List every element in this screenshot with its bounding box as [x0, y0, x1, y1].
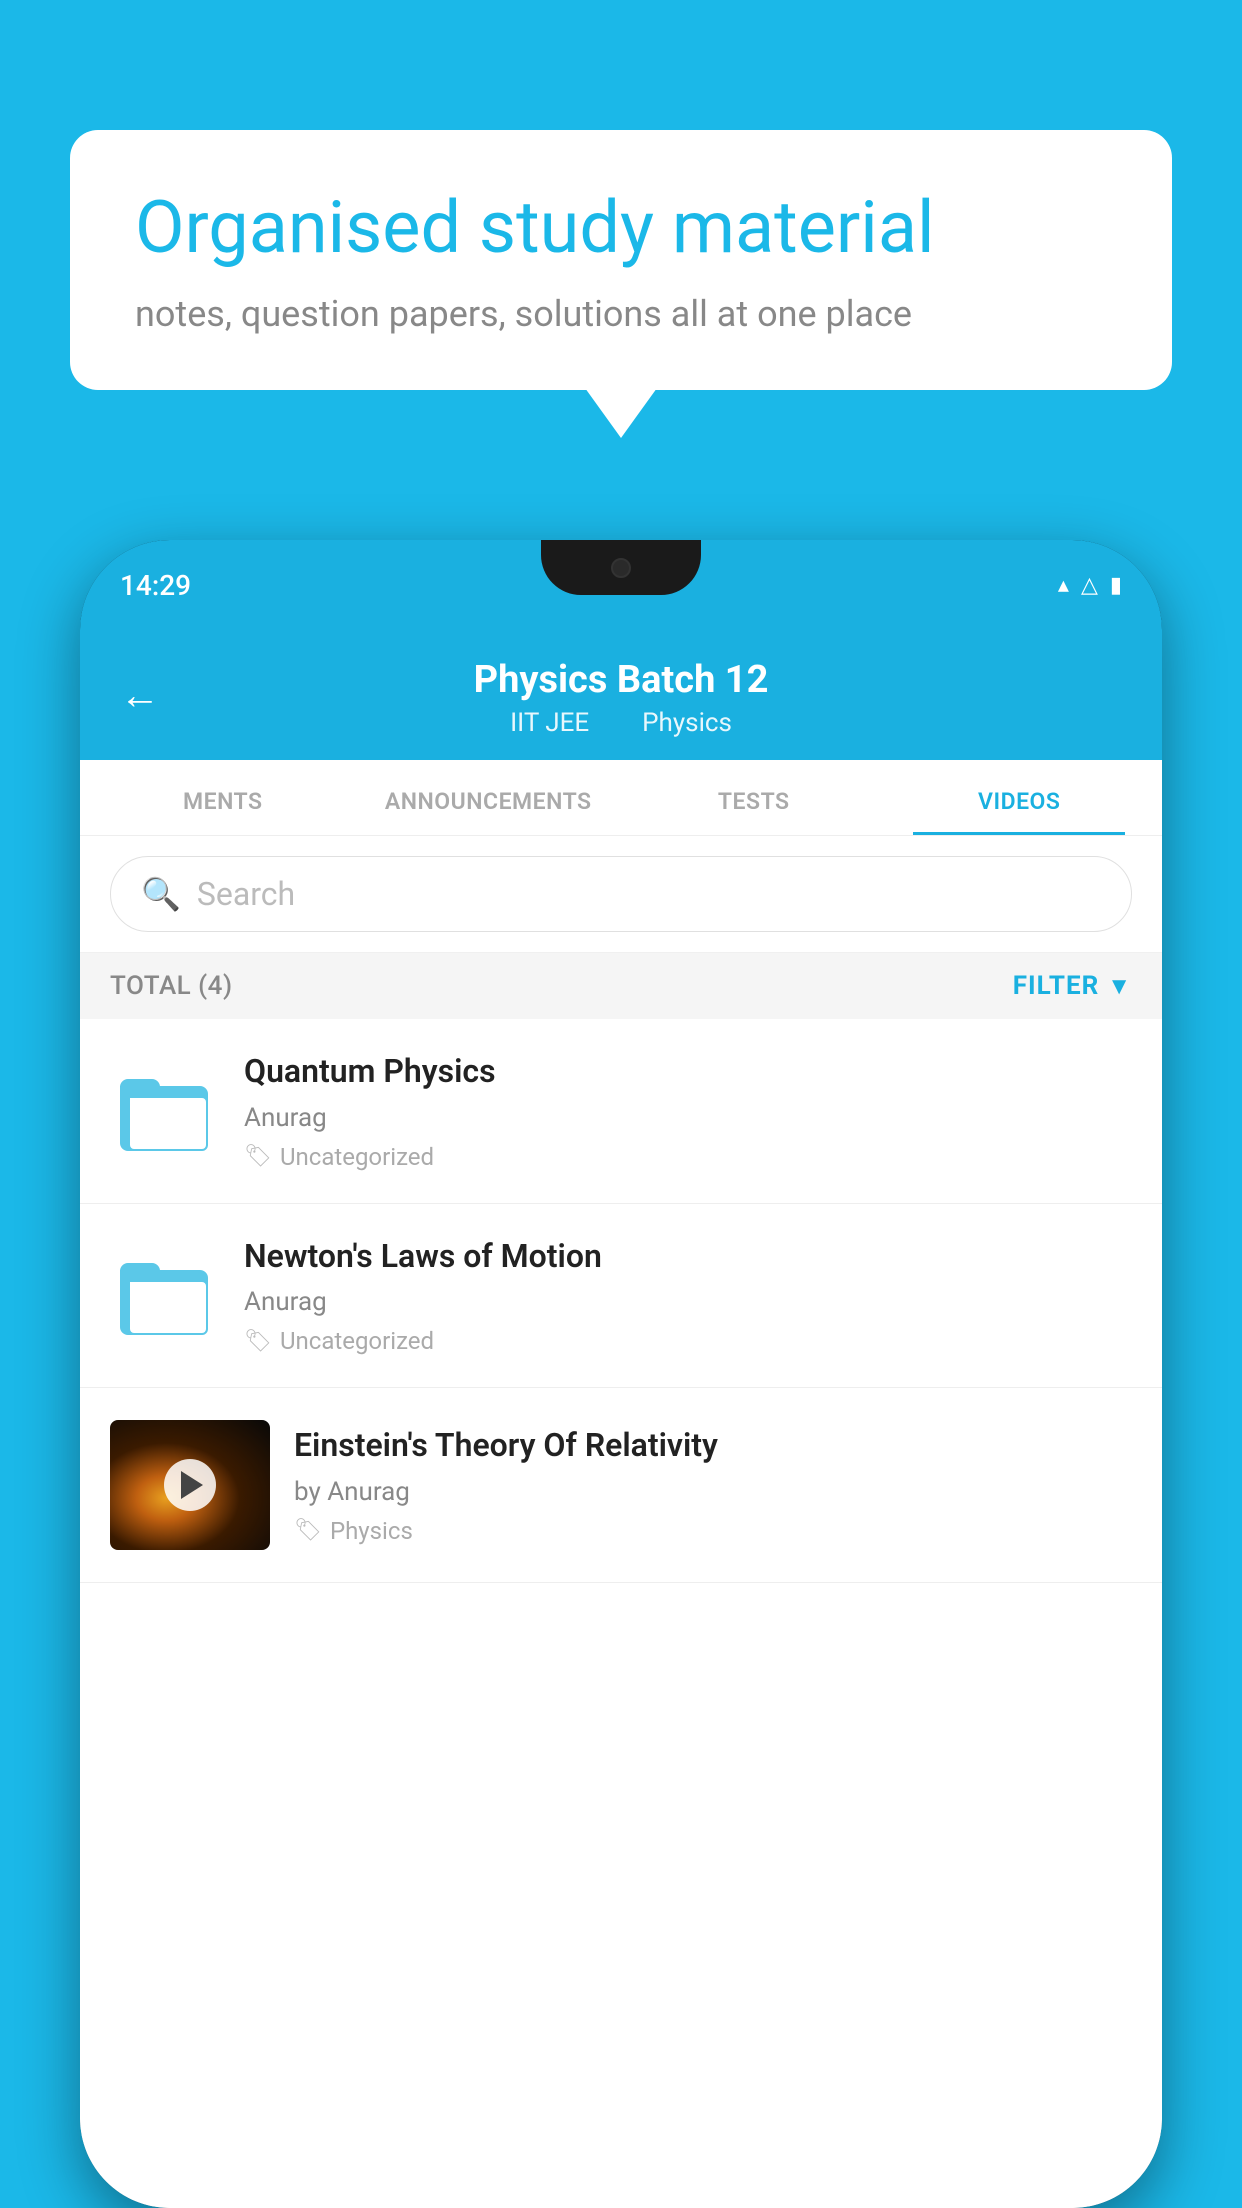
tab-announcements[interactable]: ANNOUNCEMENTS: [356, 760, 622, 835]
search-container: 🔍 Search: [80, 836, 1162, 953]
tab-ments[interactable]: MENTS: [90, 760, 356, 835]
phone-notch: [541, 540, 701, 595]
app-header: ← Physics Batch 12 IIT JEE Physics: [80, 630, 1162, 760]
status-icons: ▴ △ ▮: [1058, 573, 1122, 598]
tag-separator: [609, 708, 622, 738]
back-button[interactable]: ←: [120, 672, 160, 719]
video-info: Einstein's Theory Of Relativity by Anura…: [294, 1425, 1132, 1545]
folder-icon-wrapper: [110, 1056, 220, 1166]
tag-icon: 🏷: [244, 1329, 272, 1354]
bubble-title: Organised study material: [135, 185, 1107, 271]
tag-icon: 🏷: [294, 1518, 322, 1543]
speech-bubble-container: Organised study material notes, question…: [70, 130, 1172, 390]
list-item[interactable]: Einstein's Theory Of Relativity by Anura…: [80, 1388, 1162, 1583]
filter-label: FILTER: [1013, 971, 1099, 1001]
app-screen: ← Physics Batch 12 IIT JEE Physics MENTS…: [80, 630, 1162, 2208]
status-bar: 14:29 ▴ △ ▮: [80, 540, 1162, 630]
play-triangle-icon: [181, 1471, 203, 1499]
status-time: 14:29: [120, 569, 191, 602]
video-author: Anurag: [244, 1103, 1132, 1133]
tab-tests[interactable]: TESTS: [621, 760, 887, 835]
tag-icon: 🏷: [244, 1144, 272, 1169]
tag-label: Uncategorized: [280, 1327, 434, 1355]
video-list: Quantum Physics Anurag 🏷 Uncategorized: [80, 1019, 1162, 2208]
video-title: Einstein's Theory Of Relativity: [294, 1425, 1132, 1467]
list-item[interactable]: Quantum Physics Anurag 🏷 Uncategorized: [80, 1019, 1162, 1204]
tabs-bar: MENTS ANNOUNCEMENTS TESTS VIDEOS: [80, 760, 1162, 836]
folder-icon: [120, 1071, 210, 1151]
tag-label: Uncategorized: [280, 1143, 434, 1171]
header-tags: IIT JEE Physics: [510, 708, 732, 738]
filter-bar: TOTAL (4) FILTER ▼: [80, 953, 1162, 1019]
wifi-icon: ▴: [1058, 573, 1069, 598]
total-count: TOTAL (4): [110, 971, 233, 1001]
signal-icon: △: [1081, 573, 1098, 598]
video-tag: 🏷 Uncategorized: [244, 1143, 1132, 1171]
camera-dot: [611, 558, 631, 578]
video-tag: 🏷 Uncategorized: [244, 1327, 1132, 1355]
tab-videos[interactable]: VIDEOS: [887, 760, 1153, 835]
tag-label: Physics: [330, 1517, 413, 1545]
video-title: Quantum Physics: [244, 1051, 1132, 1093]
play-button[interactable]: [164, 1459, 216, 1511]
bubble-subtitle: notes, question papers, solutions all at…: [135, 293, 1107, 335]
filter-button[interactable]: FILTER ▼: [1013, 971, 1132, 1001]
video-tag: 🏷 Physics: [294, 1517, 1132, 1545]
tag-physics: Physics: [642, 708, 732, 738]
video-thumbnail: [110, 1420, 270, 1550]
folder-icon-wrapper: [110, 1240, 220, 1350]
tag-iit-jee: IIT JEE: [510, 708, 589, 738]
video-info: Quantum Physics Anurag 🏷 Uncategorized: [244, 1051, 1132, 1171]
app-title: Physics Batch 12: [474, 658, 769, 702]
search-box[interactable]: 🔍 Search: [110, 856, 1132, 932]
folder-icon: [120, 1255, 210, 1335]
search-icon: 🔍: [141, 875, 181, 913]
video-author: by Anurag: [294, 1477, 1132, 1507]
battery-icon: ▮: [1110, 573, 1122, 598]
video-title: Newton's Laws of Motion: [244, 1236, 1132, 1278]
list-item[interactable]: Newton's Laws of Motion Anurag 🏷 Uncateg…: [80, 1204, 1162, 1389]
video-info: Newton's Laws of Motion Anurag 🏷 Uncateg…: [244, 1236, 1132, 1356]
search-placeholder: Search: [197, 875, 295, 913]
phone-frame: 14:29 ▴ △ ▮ ← Physics Batch 12 IIT JEE P…: [80, 540, 1162, 2208]
filter-icon: ▼: [1107, 972, 1132, 1001]
speech-bubble: Organised study material notes, question…: [70, 130, 1172, 390]
video-author: Anurag: [244, 1287, 1132, 1317]
